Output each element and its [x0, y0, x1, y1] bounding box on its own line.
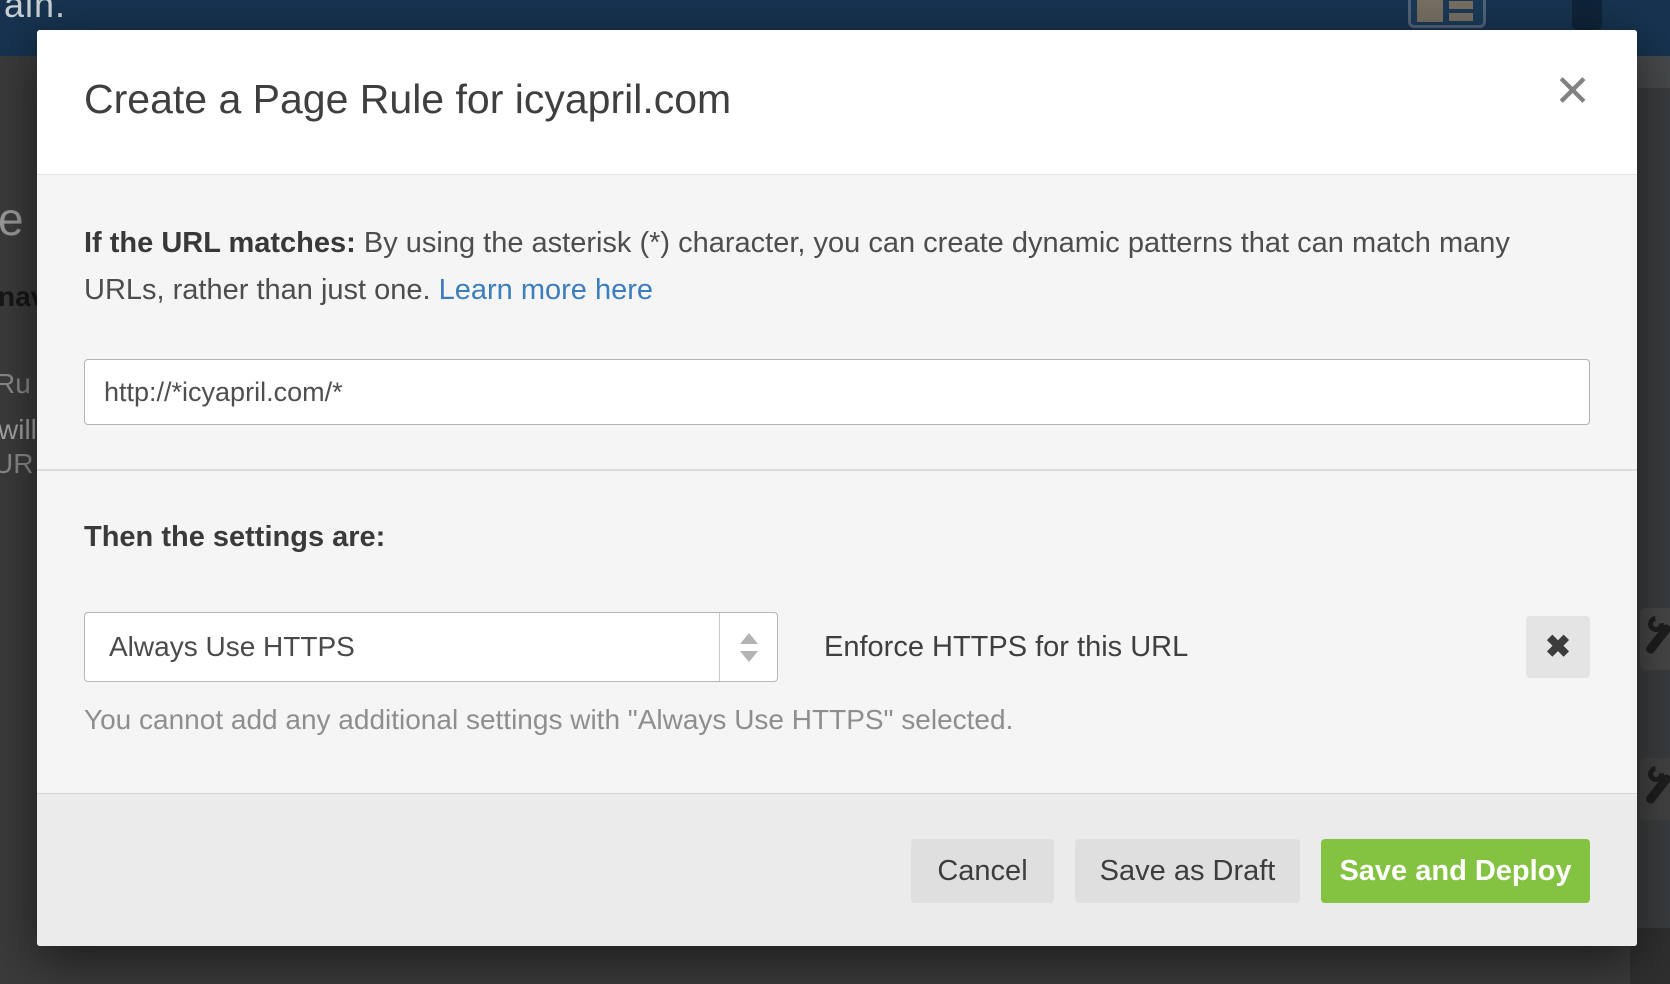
background-text-fragment: UR [0, 448, 33, 480]
setting-helper-text: You cannot add any additional settings w… [84, 703, 1590, 737]
chevron-up-icon [740, 633, 758, 644]
background-apps-icon [1408, 0, 1486, 28]
chevron-down-icon [740, 651, 758, 662]
setting-description: Enforce HTTPS for this URL [824, 631, 1188, 664]
create-page-rule-dialog: Create a Page Rule for icyapril.com ✕ If… [37, 30, 1637, 946]
dialog-body: If the URL matches: By using the asteris… [37, 175, 1637, 793]
dialog-footer: Cancel Save as Draft Save and Deploy [37, 793, 1637, 946]
settings-heading: Then the settings are: [84, 517, 1590, 557]
select-spinner-icons [719, 613, 777, 681]
remove-icon: ✖ [1545, 629, 1571, 665]
background-domain-text: ain. [4, 0, 66, 26]
save-as-draft-button[interactable]: Save as Draft [1075, 839, 1300, 903]
screen: ain. e nav Ru will UR Create a Page Rule… [0, 0, 1670, 984]
url-match-label: If the URL matches: [84, 227, 356, 259]
save-and-deploy-button[interactable]: Save and Deploy [1321, 839, 1590, 903]
background-wrench-icon [1640, 608, 1670, 670]
background-wrench-icon [1640, 758, 1670, 820]
close-icon[interactable]: ✕ [1554, 70, 1591, 114]
url-pattern-input[interactable] [84, 359, 1590, 425]
dialog-title: Create a Page Rule for icyapril.com [84, 76, 731, 123]
background-bell-icon [1572, 0, 1602, 30]
setting-row: Always Use HTTPS Enforce HTTPS for this … [84, 612, 1590, 682]
dialog-header: Create a Page Rule for icyapril.com ✕ [37, 30, 1637, 175]
setting-select[interactable]: Always Use HTTPS [84, 612, 778, 682]
background-text-fragment: will [0, 414, 37, 446]
background-text-fragment: Ru [0, 368, 31, 400]
cancel-button[interactable]: Cancel [911, 839, 1054, 903]
section-divider [37, 469, 1637, 471]
remove-setting-button[interactable]: ✖ [1526, 616, 1590, 678]
learn-more-link[interactable]: Learn more here [439, 274, 653, 306]
background-text-fragment: e [0, 192, 24, 246]
url-match-description: If the URL matches: By using the asteris… [84, 220, 1590, 314]
setting-select-value: Always Use HTTPS [85, 613, 719, 681]
